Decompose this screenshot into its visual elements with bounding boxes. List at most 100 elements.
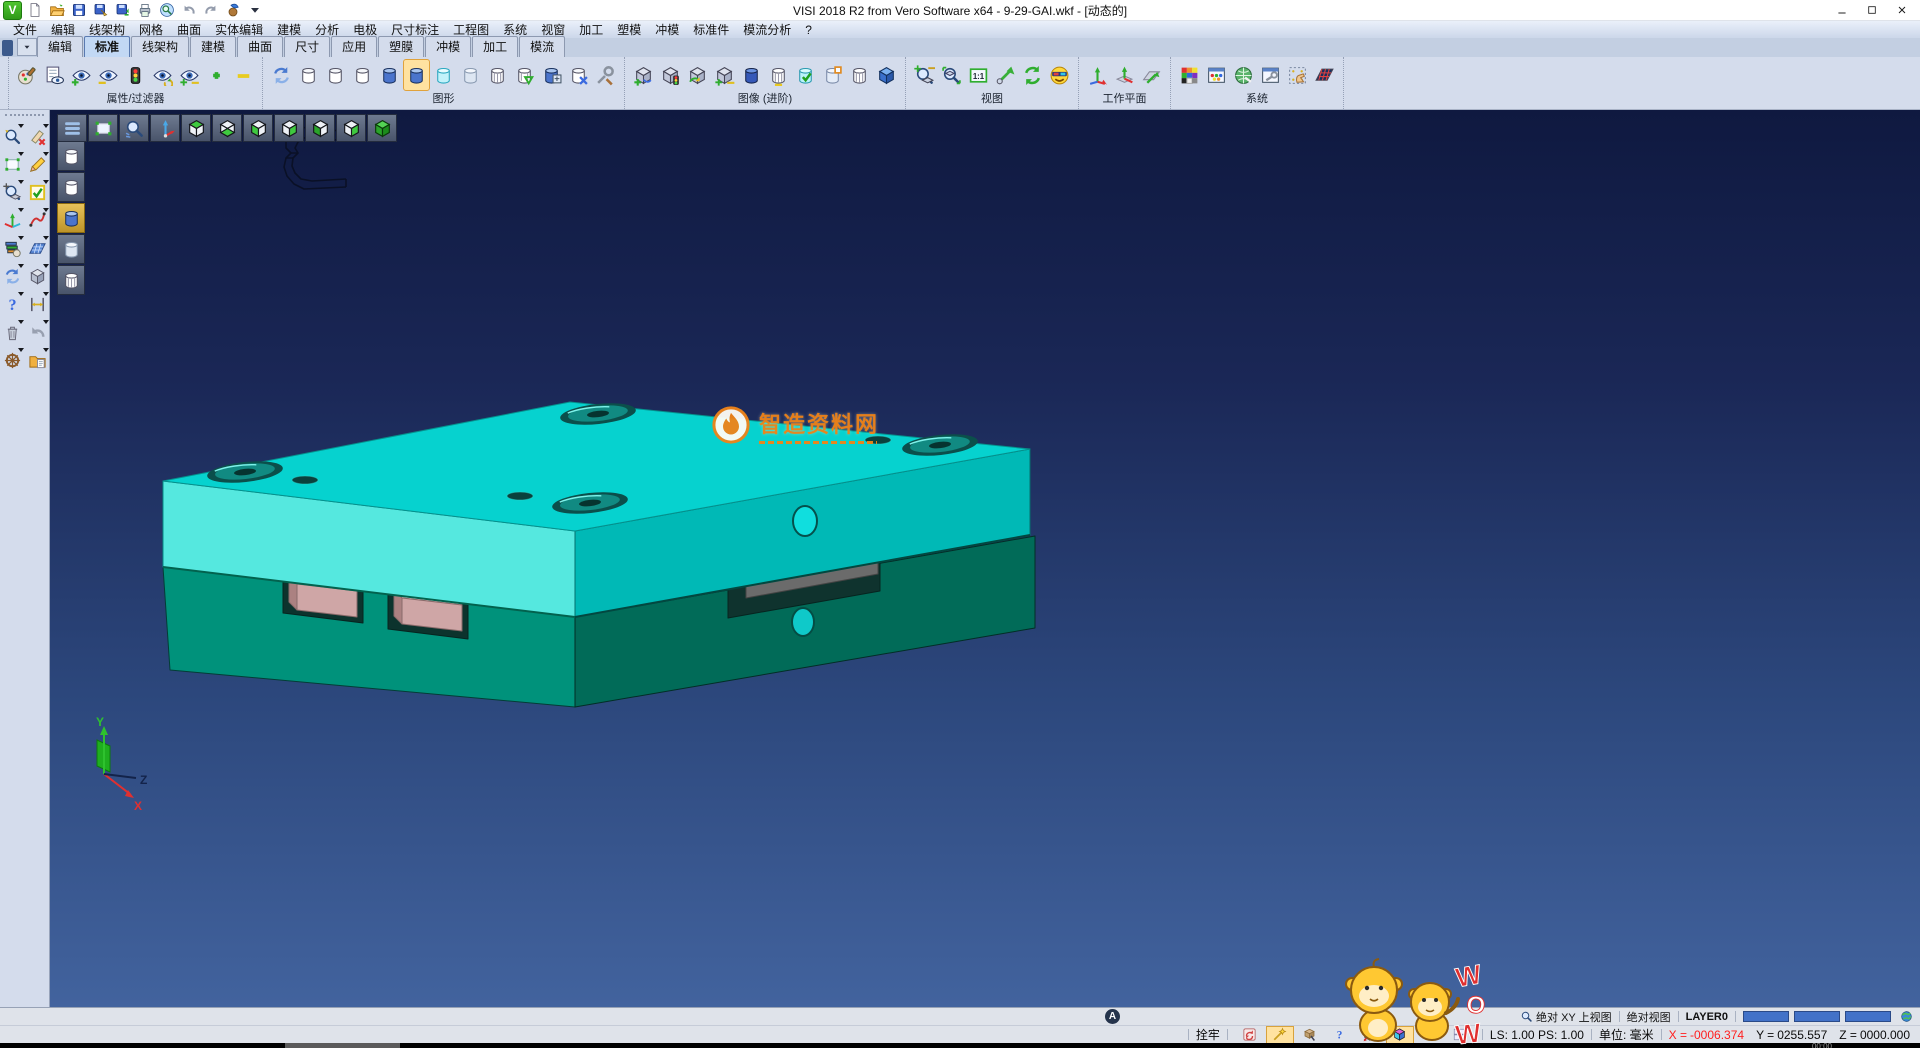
- show-remove-icon[interactable]: [95, 59, 122, 91]
- maximize-button[interactable]: [1857, 1, 1887, 19]
- hidden-line-view-icon[interactable]: [322, 59, 349, 91]
- status-wand-icon[interactable]: [1266, 1026, 1294, 1044]
- menu-item-17[interactable]: 标准件: [688, 21, 734, 38]
- view-bottom-icon[interactable]: [212, 114, 242, 142]
- shaded-edges-view-icon[interactable]: [403, 59, 430, 91]
- undo-icon[interactable]: [179, 1, 199, 19]
- mold-plate-model[interactable]: [163, 400, 1035, 707]
- ghost-view-icon[interactable]: [484, 59, 511, 91]
- zoom-window-icon[interactable]: [1, 152, 24, 176]
- active-layer-label[interactable]: LAYER0: [1686, 1011, 1728, 1023]
- grid-plane-icon[interactable]: [26, 236, 49, 260]
- solid-preview-icon[interactable]: [26, 264, 49, 288]
- view-perspective-icon[interactable]: [1046, 59, 1073, 91]
- taskbar-window-button[interactable]: [285, 1043, 400, 1048]
- dynamic-rotate-icon[interactable]: [1, 208, 24, 232]
- zoom-dynamic-icon[interactable]: [992, 59, 1019, 91]
- tab-1[interactable]: 编辑: [37, 36, 83, 57]
- display-hidden-icon[interactable]: [57, 172, 85, 202]
- show-refresh-icon[interactable]: [149, 59, 176, 91]
- zoom-1-1-icon[interactable]: 1:1: [965, 59, 992, 91]
- display-flat-icon[interactable]: [57, 234, 85, 264]
- regenerate-icon[interactable]: [1, 264, 24, 288]
- filter-add-icon[interactable]: [203, 59, 230, 91]
- options-dialog-icon[interactable]: [1257, 59, 1284, 91]
- view-refresh-icon[interactable]: [1019, 59, 1046, 91]
- viewbar-menu-icon[interactable]: [57, 114, 87, 142]
- view-right-icon[interactable]: [336, 114, 366, 142]
- measure-icon[interactable]: [26, 292, 49, 316]
- workplane-set-icon[interactable]: [1111, 59, 1138, 91]
- transparent-view-icon[interactable]: [430, 59, 457, 91]
- status-help-icon[interactable]: ?: [1326, 1026, 1354, 1044]
- tab-list-dropdown[interactable]: [17, 38, 37, 56]
- solid-corner-icon[interactable]: [819, 59, 846, 91]
- machining-wheel-icon[interactable]: [1, 348, 24, 372]
- style-dialog-icon[interactable]: [1203, 59, 1230, 91]
- edit-curve-icon[interactable]: [26, 208, 49, 232]
- view-search-icon[interactable]: [1518, 1010, 1534, 1024]
- zoom-all-icon[interactable]: [911, 59, 938, 91]
- shaded-view-icon[interactable]: [376, 59, 403, 91]
- view-top-icon[interactable]: [181, 114, 211, 142]
- menu-item-18[interactable]: 模流分析: [738, 21, 796, 38]
- display-shaded-icon[interactable]: [57, 203, 85, 233]
- drag-handle[interactable]: [5, 114, 44, 120]
- zoom-window-icon[interactable]: [938, 59, 965, 91]
- workplane-entity-icon[interactable]: [1138, 59, 1165, 91]
- edit-entity-icon[interactable]: [26, 152, 49, 176]
- color-table-icon[interactable]: [1176, 59, 1203, 91]
- attribute-paint-icon[interactable]: [14, 59, 41, 91]
- workplane-world-icon[interactable]: [1084, 59, 1111, 91]
- show-toggle-icon[interactable]: [176, 59, 203, 91]
- save-all-icon[interactable]: [113, 1, 133, 19]
- absolute-view-label[interactable]: 绝对视图: [1627, 1009, 1671, 1025]
- help-icon[interactable]: ?: [1, 292, 24, 316]
- graphic-tools-icon[interactable]: [592, 59, 619, 91]
- tab-10[interactable]: 加工: [472, 36, 518, 57]
- show-add-icon[interactable]: [68, 59, 95, 91]
- new-file-icon[interactable]: [25, 1, 45, 19]
- view-iso-icon[interactable]: [367, 114, 397, 142]
- attribute-report-icon[interactable]: [41, 59, 68, 91]
- tab-5[interactable]: 曲面: [237, 36, 283, 57]
- redraw-icon[interactable]: [268, 59, 295, 91]
- status-grid-icon[interactable]: [1446, 1026, 1474, 1044]
- filter-remove-icon[interactable]: [230, 59, 257, 91]
- tab-2[interactable]: 标准: [84, 36, 130, 57]
- quick-access-dropdown-icon[interactable]: [245, 1, 265, 19]
- zoom-solid-icon[interactable]: [1, 180, 24, 204]
- view-mode-label[interactable]: 绝对 XY 上视图: [1536, 1009, 1612, 1025]
- viewbar-fit-icon[interactable]: [88, 114, 118, 142]
- print-icon[interactable]: [135, 1, 155, 19]
- adv-toggle-icon[interactable]: [711, 59, 738, 91]
- menu-item-16[interactable]: 冲模: [650, 21, 684, 38]
- tab-11[interactable]: 模流: [519, 36, 565, 57]
- system-config-icon[interactable]: [1230, 59, 1257, 91]
- open-part-icon[interactable]: [26, 348, 49, 372]
- solid-shade-icon[interactable]: [738, 59, 765, 91]
- menu-item-14[interactable]: 加工: [574, 21, 608, 38]
- solid-hatch-icon[interactable]: [765, 59, 792, 91]
- print-preview-icon[interactable]: [157, 1, 177, 19]
- status-pickbox-icon[interactable]: [1296, 1026, 1324, 1044]
- tab-4[interactable]: 建模: [190, 36, 236, 57]
- viewport-3d[interactable]: Y X Z 智造资料网: [50, 110, 1920, 1007]
- dashed-hidden-view-icon[interactable]: [349, 59, 376, 91]
- status-dynamic-cube-icon[interactable]: [1386, 1026, 1414, 1044]
- selection-filter-icon[interactable]: [1284, 59, 1311, 91]
- view-left-icon[interactable]: [305, 114, 335, 142]
- view-front-icon[interactable]: [243, 114, 273, 142]
- close-button[interactable]: [1887, 1, 1917, 19]
- attributes-palette-icon[interactable]: [1, 236, 24, 260]
- render-cube-icon[interactable]: [873, 59, 900, 91]
- zoom-dynamic-icon[interactable]: [1, 124, 24, 148]
- adv-show-icon[interactable]: [630, 59, 657, 91]
- wireframe-view-icon[interactable]: [295, 59, 322, 91]
- status-circle-icon[interactable]: [1416, 1026, 1444, 1044]
- flat-view-icon[interactable]: [457, 59, 484, 91]
- tab-8[interactable]: 塑膜: [378, 36, 424, 57]
- viewbar-axis-icon[interactable]: [150, 114, 180, 142]
- minimize-button[interactable]: [1827, 1, 1857, 19]
- snap-lock-label[interactable]: 拴牢: [1196, 1026, 1220, 1043]
